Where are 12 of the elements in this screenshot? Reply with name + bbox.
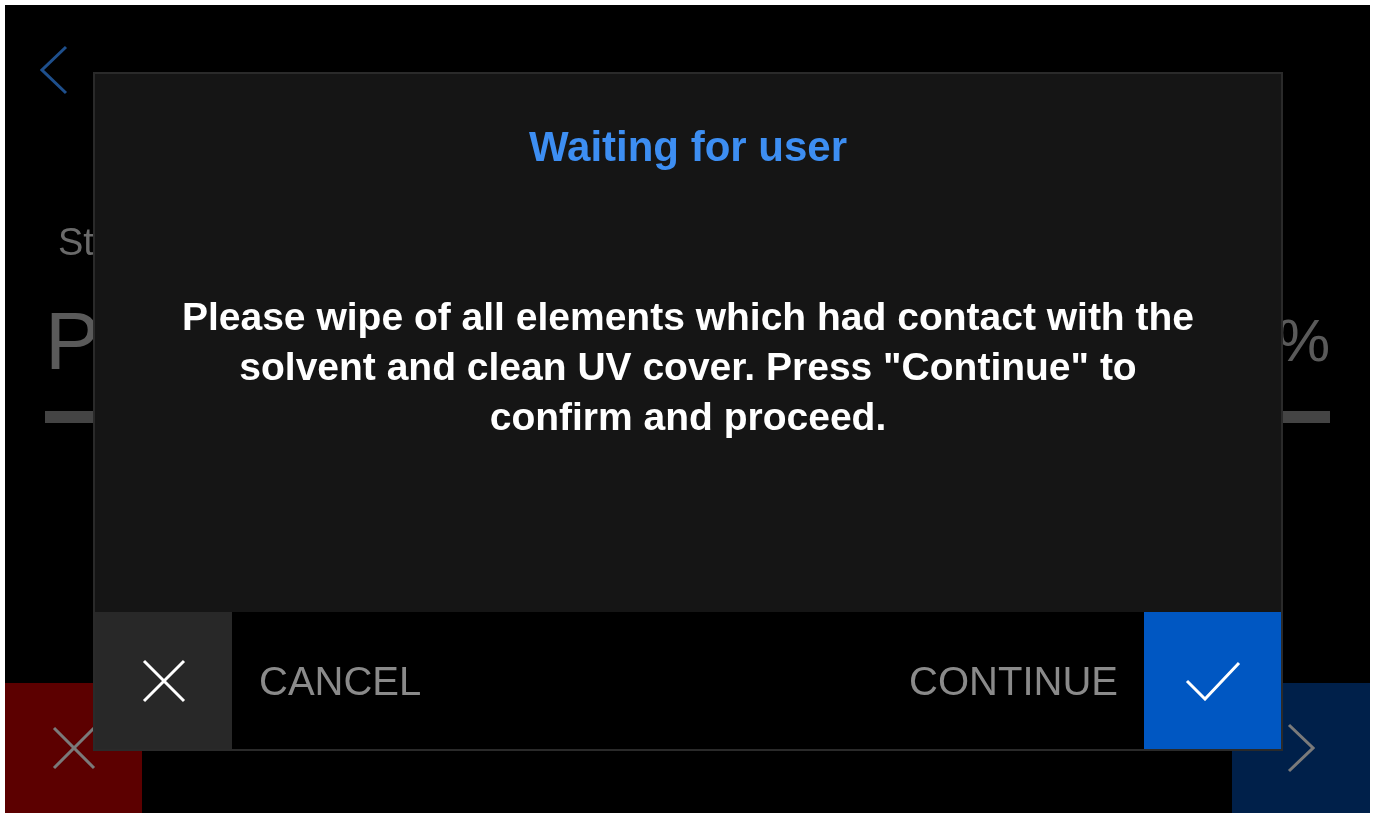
dialog-title: Waiting for user xyxy=(527,126,849,168)
continue-label[interactable]: CONTINUE xyxy=(909,650,1118,711)
dialog-message: Please wipe of all elements which had contact with the solvent and clean UV cover. Press "Continue" to confirm and proceed. xyxy=(180,294,1196,440)
checkmark-icon xyxy=(1184,660,1241,701)
progress-label: P xyxy=(45,300,100,382)
close-icon xyxy=(51,726,96,770)
cancel-icon-button[interactable] xyxy=(95,612,232,749)
close-icon xyxy=(141,658,186,703)
step-label: St xyxy=(58,223,95,261)
cancel-label[interactable]: CANCEL xyxy=(259,650,422,711)
chevron-right-icon xyxy=(1287,723,1315,773)
back-icon xyxy=(40,45,68,95)
